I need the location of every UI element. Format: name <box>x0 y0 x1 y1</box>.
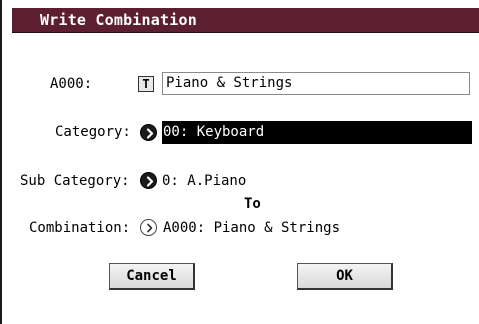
subcategory-label: Sub Category: <box>20 173 130 189</box>
write-combination-dialog: Write Combination A000: T Piano & String… <box>0 0 479 324</box>
to-label: To <box>244 196 261 212</box>
dialog-title: Write Combination <box>40 11 197 29</box>
combination-name-value: Piano & Strings <box>166 75 293 91</box>
category-select[interactable]: 00: Keyboard <box>162 121 472 144</box>
subcategory-popup-arrow-icon[interactable] <box>140 172 157 189</box>
ok-button[interactable]: OK <box>297 263 393 290</box>
combination-popup-arrow-icon[interactable] <box>140 219 157 236</box>
category-label: Category: <box>55 124 131 140</box>
combination-label: Combination: <box>29 220 131 236</box>
category-popup-arrow-icon[interactable] <box>140 124 157 141</box>
subcategory-value: 0: A.Piano <box>162 173 247 189</box>
combination-value: A000: Piano & Strings <box>163 220 341 236</box>
text-edit-icon[interactable]: T <box>138 76 154 92</box>
combination-name-field[interactable]: Piano & Strings <box>162 72 470 95</box>
cancel-button[interactable]: Cancel <box>109 263 195 290</box>
dialog-titlebar: Write Combination <box>12 8 479 33</box>
name-label: A000: <box>50 76 93 92</box>
category-value: 00: Keyboard <box>163 124 265 140</box>
